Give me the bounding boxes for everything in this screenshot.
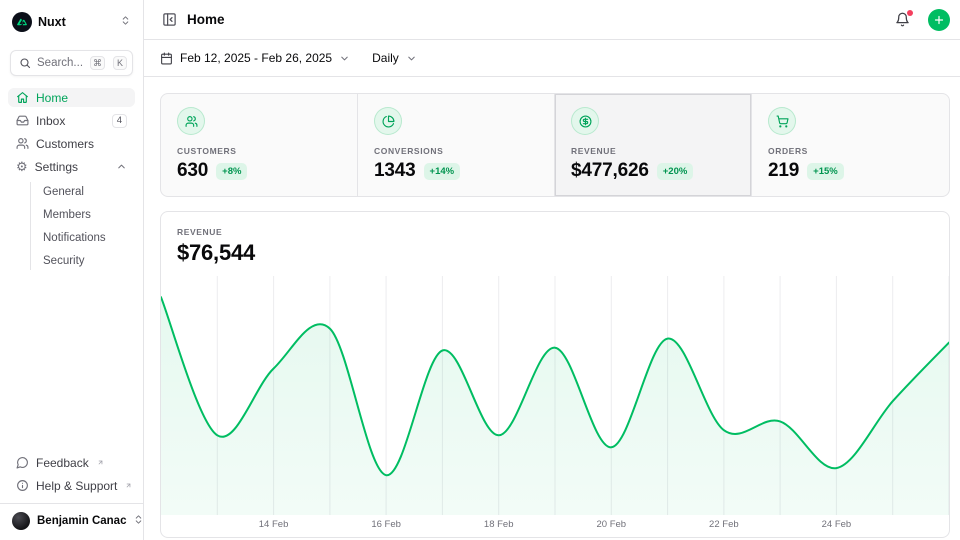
footer-link-label: Feedback xyxy=(36,456,89,470)
stat-card-conversions[interactable]: CONVERSIONS 1343 +14% xyxy=(358,94,555,196)
chart-current-value: $76,544 xyxy=(177,240,933,266)
message-circle-icon xyxy=(16,456,29,469)
stat-delta-badge: +15% xyxy=(807,163,844,180)
sidebar-item-inbox[interactable]: Inbox 4 xyxy=(8,111,135,130)
sidebar-nav: Home Inbox 4 Customers ⚙ Settings xyxy=(8,88,135,270)
sidebar-item-home[interactable]: Home xyxy=(8,88,135,107)
stat-label: CONVERSIONS xyxy=(374,146,538,156)
granularity-value: Daily xyxy=(372,51,399,65)
sidebar-item-notifications[interactable]: Notifications xyxy=(31,228,135,247)
date-range-picker[interactable]: Feb 12, 2025 - Feb 26, 2025 xyxy=(160,51,350,65)
inbox-icon xyxy=(16,114,29,127)
notification-dot xyxy=(907,10,913,16)
revenue-chart-card: REVENUE $76,544 xyxy=(160,211,950,538)
feedback-link[interactable]: Feedback xyxy=(8,453,135,472)
kbd-k: K xyxy=(113,56,127,70)
x-axis-label: 16 Feb xyxy=(371,519,401,530)
sidebar-item-general[interactable]: General xyxy=(31,182,135,201)
sidebar-item-label: Home xyxy=(36,91,127,105)
nuxt-logo-icon xyxy=(12,12,32,32)
sub-item-label: General xyxy=(43,186,84,198)
search-icon xyxy=(19,57,31,69)
revenue-chart[interactable]: 14 Feb 16 Feb 18 Feb 20 Feb 22 Feb 24 Feb xyxy=(161,276,949,537)
user-menu[interactable]: Benjamin Canac xyxy=(0,503,143,532)
avatar xyxy=(12,512,30,530)
chevron-up-icon xyxy=(116,161,127,172)
x-axis-label: 14 Feb xyxy=(259,519,289,530)
external-link-icon xyxy=(97,453,104,471)
sidebar-item-customers[interactable]: Customers xyxy=(8,134,135,153)
users-icon xyxy=(177,107,205,135)
chart-header: REVENUE $76,544 xyxy=(161,212,949,276)
sub-item-label: Security xyxy=(43,255,85,267)
stats-row: CUSTOMERS 630 +8% CONVERSIONS 1343 +14% xyxy=(160,93,950,197)
stat-delta-badge: +8% xyxy=(216,163,247,180)
chevrons-up-down-icon xyxy=(120,13,131,31)
sidebar-collapse-button[interactable] xyxy=(160,10,179,29)
home-icon xyxy=(16,91,29,104)
stat-label: REVENUE xyxy=(571,146,735,156)
page-title: Home xyxy=(187,12,883,27)
search-placeholder: Search... xyxy=(37,57,84,69)
sidebar-item-label: Customers xyxy=(36,137,127,151)
x-axis-label: 22 Feb xyxy=(709,519,739,530)
stat-value: 219 xyxy=(768,160,799,182)
stat-value: $477,626 xyxy=(571,160,649,182)
chart-svg xyxy=(161,276,949,515)
sidebar-item-members[interactable]: Members xyxy=(31,205,135,224)
user-name: Benjamin Canac xyxy=(37,515,126,527)
settings-sub-list: General Members Notifications Security xyxy=(30,182,135,270)
stat-value: 1343 xyxy=(374,160,416,182)
kbd-cmd: ⌘ xyxy=(90,56,105,70)
sidebar: Nuxt Search... ⌘ K Home xyxy=(0,0,144,540)
footer-link-label: Help & Support xyxy=(36,479,117,493)
stat-card-revenue[interactable]: REVENUE $477,626 +20% xyxy=(555,94,752,196)
main-panel: Home Feb 12, 2025 - Feb 26, 2025 Daily xyxy=(144,0,960,540)
sub-item-label: Members xyxy=(43,209,91,221)
stat-card-customers[interactable]: CUSTOMERS 630 +8% xyxy=(161,94,358,196)
workspace-name: Nuxt xyxy=(38,15,114,29)
users-icon xyxy=(16,137,29,150)
inbox-count-badge: 4 xyxy=(112,114,127,128)
sidebar-item-label: Settings xyxy=(35,160,109,174)
sidebar-item-label: Inbox xyxy=(36,114,105,128)
add-button[interactable] xyxy=(928,9,950,31)
sub-item-label: Notifications xyxy=(43,232,106,244)
x-axis-label: 20 Feb xyxy=(596,519,626,530)
sidebar-footer: Feedback Help & Support xyxy=(8,453,135,503)
stat-label: CUSTOMERS xyxy=(177,146,341,156)
calendar-icon xyxy=(160,52,173,65)
stat-card-orders[interactable]: ORDERS 219 +15% xyxy=(752,94,949,196)
app-window: Nuxt Search... ⌘ K Home xyxy=(0,0,960,540)
help-support-link[interactable]: Help & Support xyxy=(8,476,135,495)
circle-dollar-icon xyxy=(571,107,599,135)
x-axis: 14 Feb 16 Feb 18 Feb 20 Feb 22 Feb 24 Feb xyxy=(161,515,949,534)
external-link-icon xyxy=(125,476,132,494)
stat-label: ORDERS xyxy=(768,146,933,156)
x-axis-label: 24 Feb xyxy=(822,519,852,530)
stat-value: 630 xyxy=(177,160,208,182)
sidebar-item-security[interactable]: Security xyxy=(31,251,135,270)
chart-title: REVENUE xyxy=(177,227,933,237)
stat-delta-badge: +14% xyxy=(424,163,461,180)
chevron-down-icon xyxy=(406,53,417,64)
gear-icon: ⚙ xyxy=(16,160,28,173)
notifications-button[interactable] xyxy=(891,8,914,31)
date-range-value: Feb 12, 2025 - Feb 26, 2025 xyxy=(180,51,332,65)
sidebar-spacer xyxy=(8,270,135,453)
chevron-down-icon xyxy=(339,53,350,64)
filters-toolbar: Feb 12, 2025 - Feb 26, 2025 Daily xyxy=(144,40,960,77)
chevrons-up-down-icon xyxy=(133,512,144,530)
sidebar-item-settings[interactable]: ⚙ Settings xyxy=(8,157,135,176)
search-input[interactable]: Search... ⌘ K xyxy=(10,50,133,76)
topbar: Home xyxy=(144,0,960,40)
stat-delta-badge: +20% xyxy=(657,163,694,180)
x-axis-label: 18 Feb xyxy=(484,519,514,530)
dashboard-content: CUSTOMERS 630 +8% CONVERSIONS 1343 +14% xyxy=(144,77,960,540)
workspace-switcher[interactable]: Nuxt xyxy=(8,8,135,36)
chart-pie-icon xyxy=(374,107,402,135)
cart-icon xyxy=(768,107,796,135)
info-circle-icon xyxy=(16,479,29,492)
granularity-select[interactable]: Daily xyxy=(372,51,417,65)
